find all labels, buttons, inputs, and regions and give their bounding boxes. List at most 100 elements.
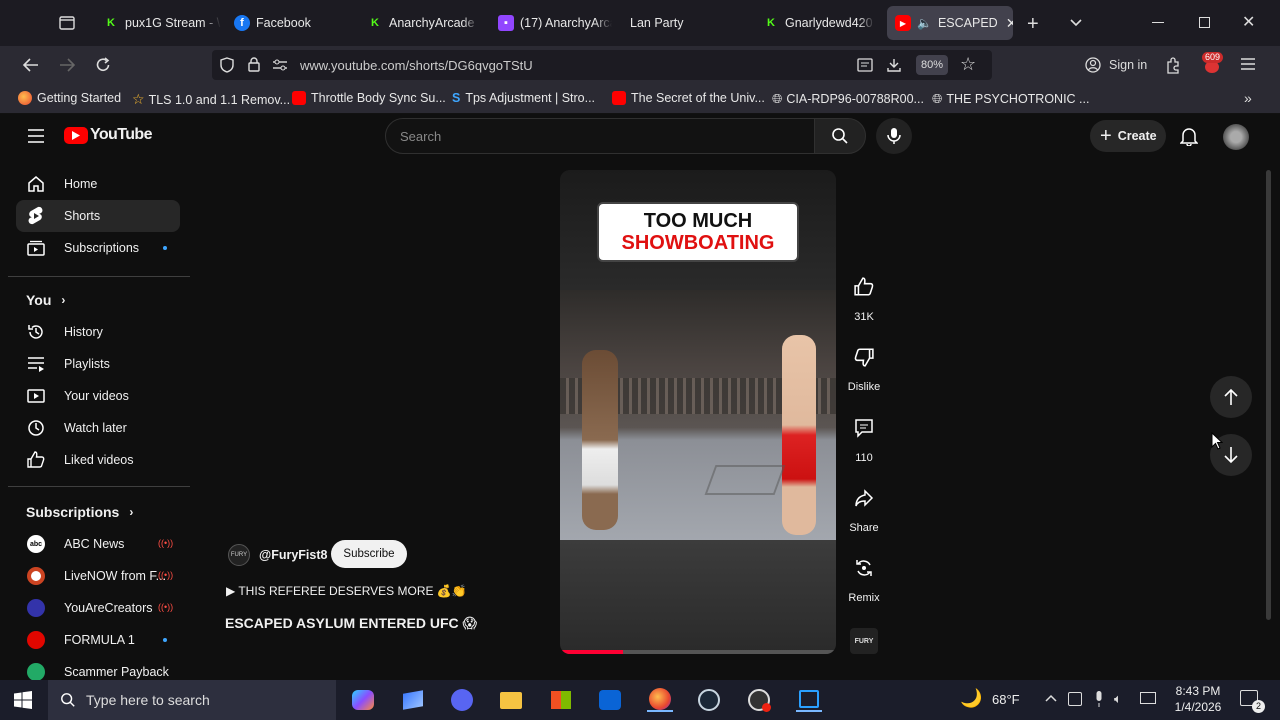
lock-icon[interactable] <box>248 57 260 72</box>
sidebar-channel-abc-news[interactable]: abc ABC News <box>16 528 180 560</box>
short-description[interactable]: ▶ THIS REFEREE DESERVES MORE 💰👏 <box>226 584 467 598</box>
bookmark-getting-started[interactable]: Getting Started <box>18 91 121 105</box>
tab-facebook[interactable]: f Facebook <box>234 6 344 40</box>
search-button[interactable] <box>814 118 866 154</box>
sidebar-channel-scammer-payback[interactable]: Scammer Payback <box>16 656 180 680</box>
tab-manager-icon[interactable] <box>58 14 76 32</box>
subscribe-button[interactable]: Subscribe <box>331 540 407 568</box>
extensions-icon[interactable] <box>1165 56 1181 74</box>
windows-start-icon[interactable] <box>14 691 32 709</box>
sidebar-channel-formula1[interactable]: FORMULA 1 <box>16 624 180 656</box>
dislike-button[interactable]: Dislike <box>843 337 885 393</box>
tab-kick-stream[interactable]: K pux1G Stream - \ <box>103 6 221 40</box>
url-bar[interactable]: www.youtube.com/shorts/DG6qvgoTStU 80% ☆ <box>212 50 992 80</box>
previous-short-button[interactable] <box>1210 376 1252 418</box>
copilot-icon[interactable] <box>350 688 376 712</box>
voice-search-button[interactable] <box>876 118 912 154</box>
task-view-icon[interactable] <box>400 688 426 712</box>
reload-icon[interactable] <box>94 56 112 74</box>
sidebar-item-liked-videos[interactable]: Liked videos <box>16 444 180 476</box>
reader-view-icon[interactable] <box>857 57 873 73</box>
bookmark-secret[interactable]: The Secret of the Univ... <box>612 91 765 105</box>
url-text[interactable]: www.youtube.com/shorts/DG6qvgoTStU <box>300 58 533 73</box>
share-button[interactable]: Share <box>843 478 885 534</box>
bookmark-tls[interactable]: ☆ TLS 1.0 and 1.1 Remov... <box>132 91 290 108</box>
close-window-icon[interactable]: ✕ <box>1242 12 1255 32</box>
tray-app-icon[interactable] <box>1068 692 1082 706</box>
user-avatar[interactable] <box>1223 124 1249 150</box>
app-window-icon[interactable] <box>796 688 822 712</box>
youtube-logo[interactable]: YouTube <box>64 126 152 144</box>
history-icon <box>18 323 54 341</box>
page-scrollbar[interactable] <box>1266 170 1271 620</box>
tray-microphone-icon[interactable] <box>1094 691 1104 707</box>
bookmark-cia[interactable]: 🌐︎ CIA-RDP96-00788R00... <box>772 91 924 107</box>
forward-icon[interactable] <box>58 57 76 73</box>
comments-button[interactable]: 110 <box>843 408 885 464</box>
sidebar-channel-youarecreators[interactable]: YouAreCreators <box>16 592 180 624</box>
tab-gnarlydewd[interactable]: K Gnarlydewd420 S <box>763 6 875 40</box>
sidebar-item-watch-later[interactable]: Watch later <box>16 412 180 444</box>
speaker-icon[interactable]: 🔈 <box>917 16 932 30</box>
sidebar-subscriptions-header[interactable]: Subscriptions › <box>26 504 133 520</box>
tab-anarchyarcade[interactable]: K AnarchyArcade S <box>367 6 479 40</box>
bookmark-psychotronic[interactable]: 🌐︎ THE PSYCHOTRONIC ... <box>932 91 1089 107</box>
bookmark-star-icon[interactable]: ☆ <box>960 55 976 73</box>
short-title[interactable]: ESCAPED ASYLUM ENTERED UFC 😱 <box>225 615 477 632</box>
sidebar-item-home[interactable]: Home <box>16 168 180 200</box>
weather-temperature[interactable]: 68°F <box>992 692 1020 707</box>
new-tab-icon[interactable]: + <box>1027 13 1039 36</box>
search-input[interactable]: Search <box>385 118 815 154</box>
list-tabs-chevron-icon[interactable] <box>1068 15 1084 31</box>
sidebar-item-subscriptions[interactable]: Subscriptions <box>16 232 180 264</box>
file-explorer-icon[interactable] <box>498 688 524 712</box>
sidebar-item-playlists[interactable]: Playlists <box>16 348 180 380</box>
zoom-level[interactable]: 80% <box>916 55 948 75</box>
sidebar-item-history[interactable]: History <box>16 316 180 348</box>
back-icon[interactable] <box>22 57 40 73</box>
show-hidden-icons-chevron-icon[interactable] <box>1044 692 1058 706</box>
obs-record-icon[interactable] <box>746 688 772 712</box>
download-icon[interactable] <box>886 57 902 73</box>
microsoft-store-icon[interactable] <box>548 688 574 712</box>
channel-avatar[interactable]: FURY <box>228 544 250 566</box>
like-button[interactable]: 31K <box>843 267 885 323</box>
abc-news-avatar: abc <box>27 535 45 553</box>
close-tab-icon[interactable]: ✕ <box>1006 15 1013 32</box>
steam-icon[interactable] <box>696 688 722 712</box>
video-progress-track[interactable] <box>560 650 836 654</box>
sound-source-thumbnail[interactable]: FURY <box>850 628 878 654</box>
menu-hamburger-icon[interactable] <box>1241 58 1255 70</box>
notifications-bell-icon[interactable] <box>1180 126 1198 146</box>
guide-menu-icon[interactable] <box>28 129 44 143</box>
tab-lan-party[interactable]: Lan Party <box>630 6 720 40</box>
weather-moon-icon[interactable]: 🌙 <box>960 688 982 709</box>
taskbar-clock[interactable]: 8:43 PM 1/4/2026 <box>1168 683 1228 715</box>
shield-icon[interactable] <box>220 57 234 73</box>
network-icon[interactable] <box>1140 692 1156 704</box>
firefox-taskbar-icon[interactable] <box>647 688 673 712</box>
sign-in-button[interactable]: Sign in <box>1080 52 1150 78</box>
tab-escaped-active[interactable]: ▶ 🔈 ESCAPED ✕ <box>887 6 1013 40</box>
maximize-icon[interactable] <box>1199 17 1210 28</box>
taskbar-search-box[interactable]: Type here to search <box>48 680 336 720</box>
discord-icon[interactable] <box>449 688 475 712</box>
sidebar-item-your-videos[interactable]: Your videos <box>16 380 180 412</box>
sidebar-item-shorts[interactable]: Shorts <box>16 200 180 232</box>
permissions-icon[interactable] <box>272 58 288 72</box>
minimize-icon[interactable] <box>1152 22 1164 23</box>
bookmark-throttle[interactable]: Throttle Body Sync Su... <box>292 91 446 105</box>
notification-center-icon[interactable]: 2 <box>1240 690 1265 713</box>
outlook-icon[interactable] <box>597 688 623 712</box>
bookmark-tps[interactable]: S Tps Adjustment | Stro... <box>452 91 595 105</box>
sidebar-channel-livenow[interactable]: LiveNOW from F... <box>16 560 180 592</box>
channel-name[interactable]: @FuryFist8 <box>259 548 327 562</box>
extension-badge-icon[interactable]: 609 <box>1202 52 1224 75</box>
create-button[interactable]: + Create <box>1090 120 1166 152</box>
sidebar-you-header[interactable]: You › <box>26 292 65 308</box>
remix-button[interactable]: Remix <box>843 548 885 604</box>
more-bookmarks-chevron-icon[interactable]: » <box>1244 90 1252 106</box>
volume-icon[interactable]: 🔈︎ <box>1114 691 1122 707</box>
tab-twitch[interactable]: ▪ (17) AnarchyArca <box>498 6 612 40</box>
shorts-video-player[interactable]: TOO MUCH SHOWBOATING <box>560 170 836 654</box>
